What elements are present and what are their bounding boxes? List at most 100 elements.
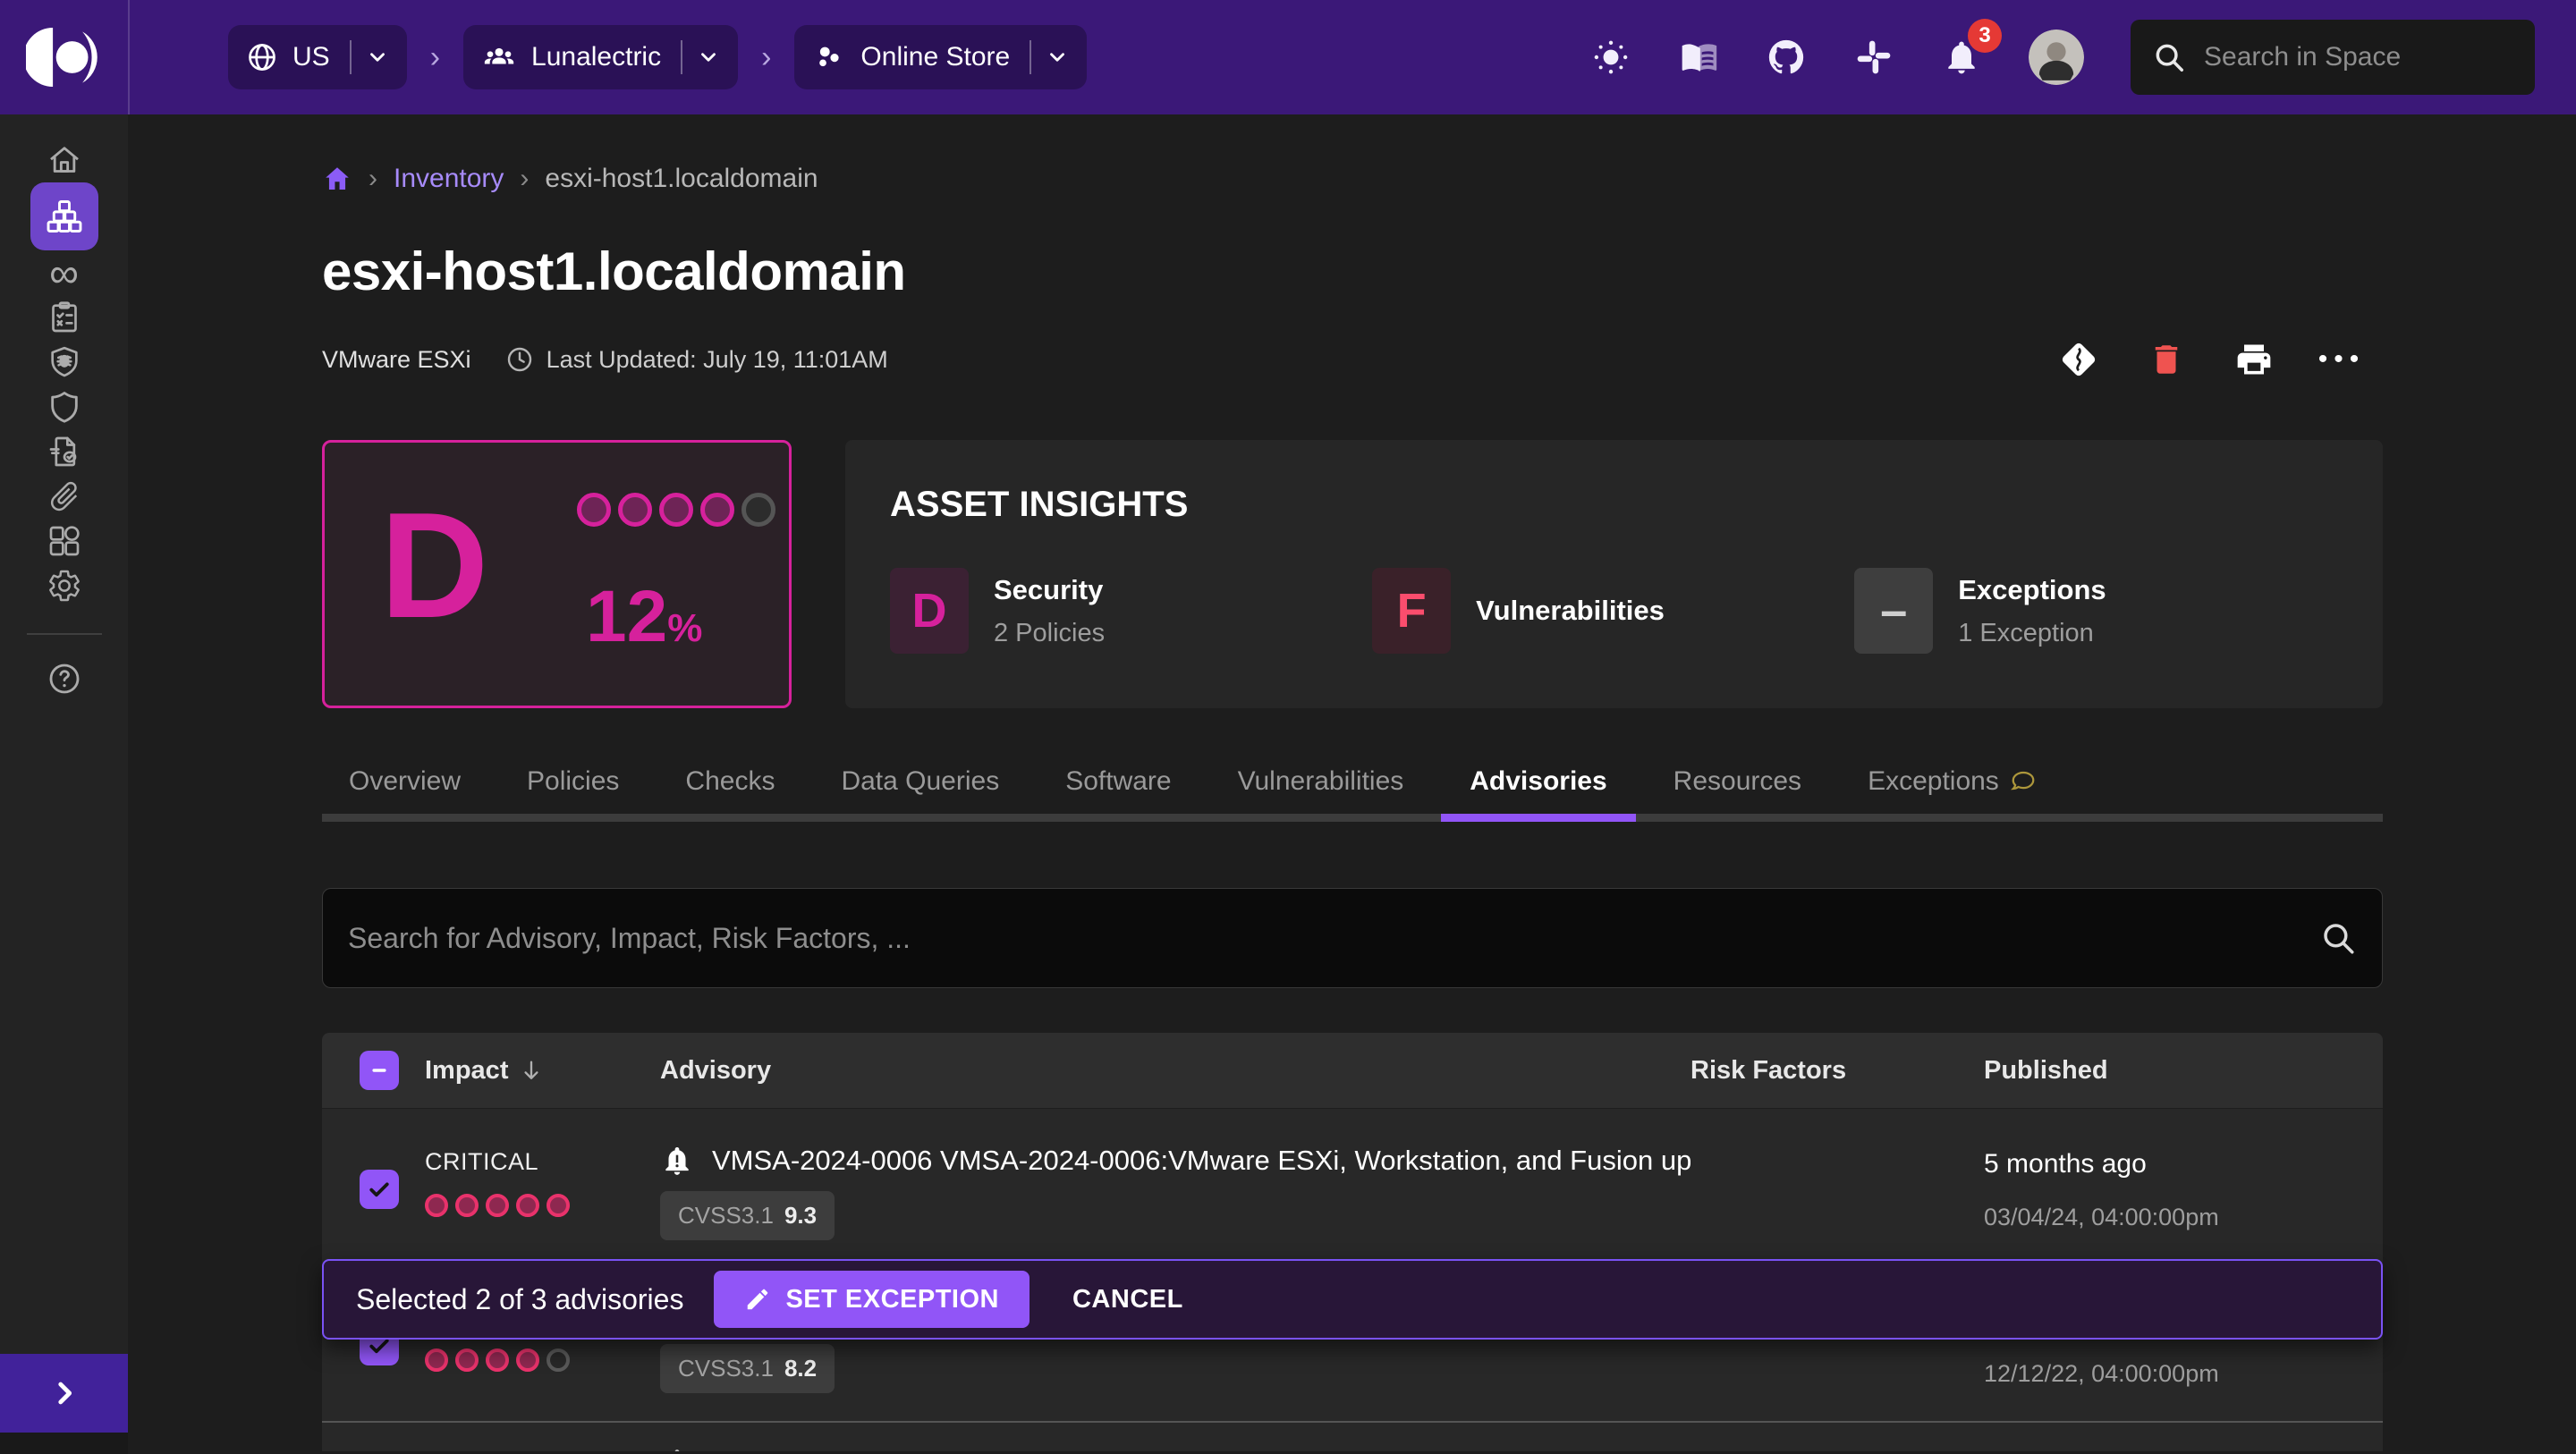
tab-resources[interactable]: Resources	[1674, 762, 1801, 801]
document-check-icon	[47, 434, 82, 469]
column-published[interactable]: Published	[1984, 1056, 2383, 1086]
advisory-title[interactable]: VMSA-2024-0006 VMSA-2024-0006:VMware ESX…	[712, 1145, 1690, 1177]
home-icon[interactable]	[322, 164, 352, 194]
comment-bubble-icon	[2010, 768, 2037, 795]
insight-security[interactable]: D Security 2 Policies	[890, 568, 1372, 654]
score-circles	[577, 493, 775, 527]
published-cell: 5 months ago 03/04/24, 04:00:00pm	[1984, 1109, 2383, 1264]
sidebar-item-inventory[interactable]	[0, 182, 128, 250]
scope-breadcrumb: US › Lunalectric › Online Store	[228, 25, 1088, 89]
asset-score-percent: 12%	[586, 576, 703, 657]
asset-score-card[interactable]: D 12%	[322, 440, 792, 708]
cvss-chip: CVSS3.1 8.2	[660, 1344, 835, 1393]
tab-exceptions[interactable]: Exceptions	[1868, 762, 2037, 801]
notifications-bell-icon[interactable]: 3	[1941, 19, 2002, 78]
tab-vulnerabilities[interactable]: Vulnerabilities	[1238, 762, 1404, 801]
main-content: › Inventory › esxi-host1.localdomain esx…	[128, 114, 2576, 1454]
sidebar-item-compliance[interactable]	[0, 429, 128, 474]
sidebar-item-policies[interactable]	[0, 295, 128, 340]
cancel-button[interactable]: CANCEL	[1072, 1285, 1183, 1315]
row-checkbox[interactable]	[360, 1170, 399, 1209]
space-selector[interactable]: Online Store	[794, 25, 1088, 89]
delete-trash-icon[interactable]	[2145, 338, 2188, 381]
insight-vulnerabilities[interactable]: F Vulnerabilities	[1372, 568, 1854, 654]
select-all-checkbox[interactable]	[360, 1051, 399, 1090]
asset-grade: D	[380, 481, 489, 649]
severity-dots	[425, 1194, 660, 1217]
tab-software[interactable]: Software	[1065, 762, 1171, 801]
cvss-chip: CVSS3.1 9.3	[660, 1191, 835, 1240]
insight-label: Exceptions	[1958, 573, 2106, 605]
set-exception-button[interactable]: SET EXCEPTION	[714, 1271, 1030, 1328]
column-advisory[interactable]: Advisory	[660, 1056, 1690, 1086]
advisory-row-clipped[interactable]	[322, 1421, 2383, 1451]
published-date: 12/12/22, 04:00:00pm	[1984, 1360, 2219, 1387]
sidebar-item-vulnerabilities[interactable]	[0, 340, 128, 385]
slack-icon[interactable]	[1853, 37, 1894, 78]
docs-book-icon[interactable]	[1678, 37, 1719, 78]
theme-toggle-icon[interactable]	[1590, 37, 1631, 78]
more-icon[interactable]: •••	[2318, 338, 2363, 381]
space-label: Online Store	[860, 42, 1011, 72]
breadcrumb-current: esxi-host1.localdomain	[545, 164, 818, 193]
advisory-filter	[322, 888, 2383, 988]
search-icon	[2319, 919, 2357, 957]
clock-icon	[505, 345, 534, 374]
sidebar-item-integrations[interactable]	[0, 519, 128, 563]
tab-advisories[interactable]: Advisories	[1441, 762, 1637, 822]
sidebar-item-fleet[interactable]: ∞	[0, 250, 128, 295]
sidebar-item-settings[interactable]	[0, 563, 128, 608]
selection-action-bar: Selected 2 of 3 advisories SET EXCEPTION…	[322, 1259, 2383, 1340]
shield-icon	[47, 389, 82, 425]
advisory-filter-input[interactable]	[348, 921, 2319, 955]
severity-dot-filled	[547, 1194, 570, 1217]
sidebar-item-home[interactable]	[0, 138, 128, 182]
paperclip-icon	[47, 478, 82, 514]
advisory-bell-icon	[660, 1144, 694, 1178]
tab-checks[interactable]: Checks	[685, 762, 775, 801]
chevron-down-icon[interactable]	[697, 46, 720, 69]
expand-chevron-icon	[49, 1378, 80, 1408]
advisory-row[interactable]: CRITICAL VMSA-2024-0006 VMSA-2024-0006:V…	[322, 1108, 2383, 1264]
tab-overview[interactable]: Overview	[349, 762, 461, 801]
user-avatar[interactable]	[2029, 30, 2084, 85]
breadcrumb-link-inventory[interactable]: Inventory	[394, 164, 504, 194]
asset-actions: •••	[2057, 338, 2383, 381]
organization-selector[interactable]: Lunalectric	[463, 25, 739, 89]
breadcrumb-separator: ›	[429, 39, 441, 74]
mondoo-logo[interactable]	[0, 0, 128, 114]
github-icon[interactable]	[1766, 37, 1807, 78]
jira-icon[interactable]	[2057, 338, 2100, 381]
insight-label: Security	[994, 573, 1104, 605]
sidebar-item-security[interactable]	[0, 385, 128, 429]
advisories-table: Impact Advisory Risk Factors Published C…	[322, 1033, 2383, 1451]
left-sidebar: ∞	[0, 114, 128, 1454]
column-risk-factors[interactable]: Risk Factors	[1690, 1056, 1984, 1086]
chevron-down-icon[interactable]	[1046, 46, 1069, 69]
people-icon	[481, 39, 517, 75]
region-selector[interactable]: US	[228, 25, 407, 89]
topbar-divider	[128, 0, 130, 114]
impact-cell: CRITICAL	[425, 1109, 660, 1264]
shield-bug-icon	[47, 344, 82, 380]
insight-exceptions[interactable]: – Exceptions 1 Exception	[1854, 568, 2336, 654]
topbar-actions: 3	[1590, 19, 2576, 95]
sidebar-expand-button[interactable]	[0, 1354, 128, 1433]
severity-dot-filled	[516, 1194, 539, 1217]
page-title: esxi-host1.localdomain	[322, 241, 906, 301]
sidebar-item-attachments[interactable]	[0, 474, 128, 519]
region-label: US	[292, 42, 330, 72]
global-search	[2131, 20, 2549, 95]
sidebar-item-help[interactable]	[0, 656, 128, 701]
breadcrumb-separator: ›	[520, 164, 530, 193]
severity-dot-filled	[659, 493, 693, 527]
tab-policies[interactable]: Policies	[527, 762, 619, 801]
global-search-input[interactable]	[2204, 42, 2549, 72]
tab-data-queries[interactable]: Data Queries	[841, 762, 999, 801]
print-icon[interactable]	[2233, 338, 2275, 381]
pencil-icon	[744, 1286, 771, 1313]
clipboard-checklist-icon	[47, 300, 82, 335]
column-impact[interactable]: Impact	[425, 1056, 660, 1086]
severity-dot-filled	[486, 1348, 509, 1372]
chevron-down-icon[interactable]	[366, 46, 389, 69]
